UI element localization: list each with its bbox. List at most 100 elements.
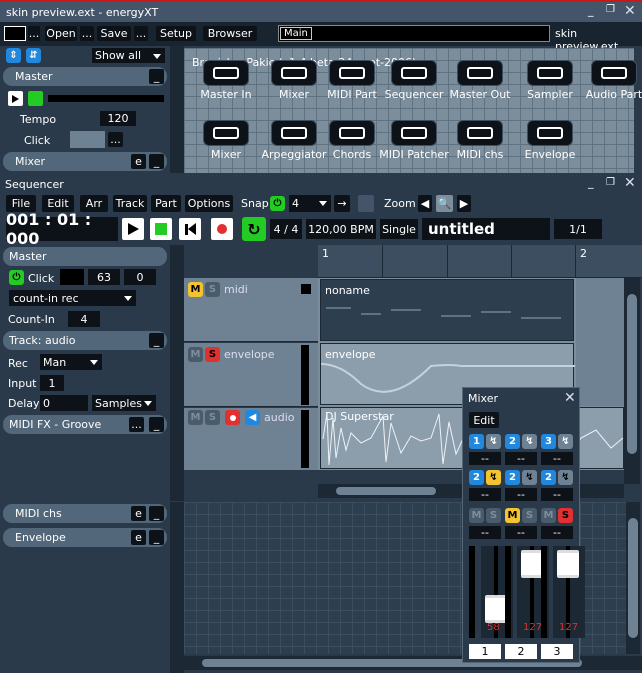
delay-unit-dropdown[interactable]: Samples (92, 395, 156, 411)
snap-arrow-button[interactable]: → (334, 195, 350, 212)
midi-chs-edit[interactable]: e (131, 506, 146, 521)
mute-button-audio[interactable]: M (188, 410, 203, 425)
mixer-edit-button[interactable]: e (131, 154, 146, 169)
color-swatch[interactable] (4, 26, 26, 41)
menu-part[interactable]: Part (151, 195, 181, 212)
mixer-ch1-output[interactable]: 2 (469, 470, 484, 485)
zoom-search-icon[interactable]: 🔍 (436, 195, 453, 212)
mixer-ch2-solo[interactable]: S (522, 508, 537, 523)
sequencer-restore[interactable]: ❐ (606, 177, 615, 188)
browser-scrollbar[interactable] (170, 46, 184, 173)
bottom-scrollbar[interactable] (170, 502, 184, 673)
midifx-minimize[interactable]: _ (149, 417, 164, 432)
position-slider[interactable] (48, 95, 164, 102)
solo-button-envelope[interactable]: S (205, 347, 220, 362)
track-audio[interactable]: M S ◀ audio (184, 408, 318, 470)
mixer-ch2-mute[interactable]: M (505, 508, 520, 523)
rec-dropdown[interactable]: Man (40, 354, 102, 370)
time-signature[interactable]: 4 / 4 (270, 219, 302, 239)
speaker-icon[interactable] (358, 195, 374, 212)
monitor-audio[interactable]: ◀ (245, 410, 260, 425)
mode-display[interactable]: Single (380, 219, 418, 239)
mixer-ch2-dash2[interactable]: -- (505, 488, 537, 501)
sequencer-minimize[interactable]: _ (588, 176, 594, 189)
midifx-more[interactable]: ... (129, 417, 144, 432)
track-header[interactable]: Track: audio (3, 331, 167, 350)
tool-arrow-out-4[interactable]: Master Out (440, 60, 520, 101)
main-tab[interactable]: Main (278, 25, 550, 42)
mixer-ch2-dash3[interactable]: -- (505, 526, 537, 539)
browser-button[interactable]: Browser (203, 26, 257, 41)
mixer-ch2-route[interactable]: ↯ (522, 434, 537, 449)
mixer-ch2-route2[interactable]: ↯ (522, 470, 537, 485)
mute-button-envelope[interactable]: M (188, 347, 203, 362)
seq-master-header[interactable]: Master (3, 247, 167, 266)
show-all-dropdown[interactable]: Show all (92, 48, 165, 63)
click-velocity-2[interactable]: 0 (124, 269, 156, 285)
envelope-edit[interactable]: e (131, 530, 146, 545)
mixer-close[interactable]: ✕ (564, 390, 576, 406)
menu-track[interactable]: Track (113, 195, 147, 212)
midi-chs-minimize[interactable]: _ (149, 506, 164, 521)
mixer-ch3-dash1[interactable]: -- (541, 452, 573, 465)
track-scrollbar[interactable] (624, 278, 640, 484)
loop-button[interactable]: ↻ (242, 217, 266, 241)
mixer-ch1-route2[interactable]: ↯ (486, 470, 501, 485)
open-button[interactable]: Open (45, 26, 77, 41)
mixer-ch3-route2[interactable]: ↯ (558, 470, 573, 485)
blue-toggle-2[interactable]: ⇵ (26, 48, 41, 63)
track-midi[interactable]: M S midi (184, 278, 318, 342)
input-value[interactable]: 1 (40, 375, 64, 391)
more-button-open[interactable]: ... (80, 26, 94, 41)
mixer-ch1-dash1[interactable]: -- (469, 452, 501, 465)
menu-options[interactable]: Options (185, 195, 233, 212)
sequencer-close[interactable]: ✕ (624, 175, 636, 191)
envelope-minimize[interactable]: _ (149, 530, 164, 545)
restore-button[interactable]: ❐ (606, 4, 615, 15)
more-button-left[interactable]: ... (28, 26, 40, 41)
part-noname[interactable]: noname (320, 279, 574, 341)
play-button-small[interactable] (8, 91, 23, 106)
mixer-ch1-input[interactable]: 1 (469, 434, 484, 449)
mixer-ch3-output[interactable]: 2 (541, 470, 556, 485)
mixer-ch3-dash3[interactable]: -- (541, 526, 573, 539)
mixer-ch1-solo[interactable]: S (486, 508, 501, 523)
solo-button-audio[interactable]: S (205, 410, 220, 425)
snap-toggle[interactable]: ⏻ (270, 196, 285, 211)
mixer-edit-btn[interactable]: Edit (469, 412, 499, 428)
record-arm-audio[interactable] (225, 410, 240, 425)
mixer-ch3-fader-track[interactable]: 127 (553, 546, 585, 638)
delay-value[interactable]: 0 (40, 395, 88, 411)
stop-button[interactable] (150, 218, 172, 240)
click-velocity[interactable]: 63 (88, 269, 120, 285)
track-envelope[interactable]: M S envelope (184, 343, 318, 407)
mixer-ch2-input[interactable]: 2 (505, 434, 520, 449)
minimize-button[interactable]: _ (588, 4, 594, 17)
mixer-ch2-fader-knob[interactable] (521, 550, 543, 578)
rewind-button[interactable] (179, 218, 201, 240)
count-in-value-field[interactable]: 4 (68, 311, 100, 327)
master-minimize[interactable]: _ (149, 69, 164, 84)
play-button[interactable] (122, 218, 144, 240)
click-more-button[interactable]: ... (108, 132, 123, 147)
mixer-ch1-dash2[interactable]: -- (469, 488, 501, 501)
save-button[interactable]: Save (97, 26, 131, 41)
count-in-dropdown[interactable]: count-in rec (9, 290, 136, 306)
solo-button-midi[interactable]: S (205, 282, 220, 297)
mixer-ch3-solo[interactable]: S (558, 508, 573, 523)
click-toggle[interactable]: ⏻ (9, 270, 24, 285)
close-button[interactable]: ✕ (624, 3, 636, 19)
mixer-ch2-dash1[interactable]: -- (505, 452, 537, 465)
mute-button-midi[interactable]: M (188, 282, 203, 297)
zoom-right-button[interactable]: ▶ (457, 195, 471, 212)
mixer-ch2-output[interactable]: 2 (505, 470, 520, 485)
blue-toggle-1[interactable]: ⇕ (6, 48, 21, 63)
mixer-ch3-mute[interactable]: M (541, 508, 556, 523)
tool-wave-6[interactable]: Audio Part (574, 60, 642, 101)
mixer-ch3-fader-knob[interactable] (557, 550, 579, 578)
click-swatch[interactable] (60, 269, 84, 285)
seq-left-scrollbar[interactable] (170, 245, 184, 501)
bottom-vscroll[interactable] (626, 502, 640, 654)
mixer-ch3-dash2[interactable]: -- (541, 488, 573, 501)
tool-midi-chs-11[interactable]: MIDI chs (440, 120, 520, 161)
